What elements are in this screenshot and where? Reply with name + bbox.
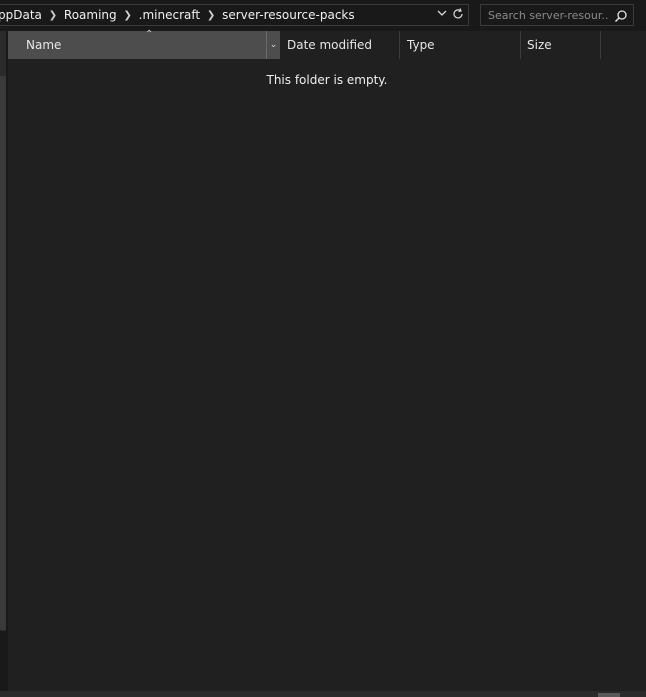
column-header-size-label: Size — [527, 38, 552, 52]
chevron-right-icon[interactable]: ❯ — [117, 10, 139, 21]
address-bar[interactable]: ppData ❯ Roaming ❯ .minecraft ❯ server-r… — [0, 4, 469, 26]
chevron-right-icon[interactable]: ❯ — [42, 10, 64, 21]
chevron-down-icon[interactable] — [434, 7, 450, 23]
breadcrumb-appdata[interactable]: ppData — [0, 8, 42, 22]
file-list-pane[interactable]: ⌃ Name ⌄ Date modified Type Size This fo… — [8, 29, 646, 691]
status-bar — [0, 691, 646, 697]
refresh-icon[interactable] — [450, 7, 466, 23]
search-icon[interactable] — [614, 8, 628, 23]
column-header-name-label: Name — [26, 38, 62, 52]
sort-ascending-icon: ⌃ — [145, 29, 154, 40]
breadcrumb-roaming[interactable]: Roaming — [64, 8, 117, 22]
column-filter-chevron-icon[interactable]: ⌄ — [266, 31, 280, 59]
column-header-date-modified-label: Date modified — [287, 38, 373, 52]
column-header-size[interactable]: Size — [521, 31, 601, 59]
search-box[interactable] — [480, 4, 634, 26]
column-header-type-label: Type — [407, 38, 435, 52]
column-headers: ⌃ Name ⌄ Date modified Type Size — [8, 29, 646, 59]
file-explorer-window: ppData ❯ Roaming ❯ .minecraft ❯ server-r… — [0, 0, 646, 697]
empty-folder-message: This folder is empty. — [266, 73, 388, 87]
column-header-date-modified[interactable]: Date modified — [280, 31, 400, 59]
view-toggle-button[interactable] — [598, 693, 620, 697]
column-header-name[interactable]: ⌃ Name ⌄ — [8, 29, 280, 59]
navigation-pane-scrollbar[interactable] — [0, 76, 6, 630]
address-row: ppData ❯ Roaming ❯ .minecraft ❯ server-r… — [0, 0, 646, 31]
chevron-right-icon[interactable]: ❯ — [200, 10, 222, 21]
column-header-type[interactable]: Type — [401, 31, 521, 59]
search-input[interactable] — [488, 7, 608, 23]
breadcrumb-server-resource-packs[interactable]: server-resource-packs — [222, 8, 355, 22]
breadcrumb: ppData ❯ Roaming ❯ .minecraft ❯ server-r… — [0, 5, 355, 25]
breadcrumb-minecraft[interactable]: .minecraft — [139, 8, 200, 22]
